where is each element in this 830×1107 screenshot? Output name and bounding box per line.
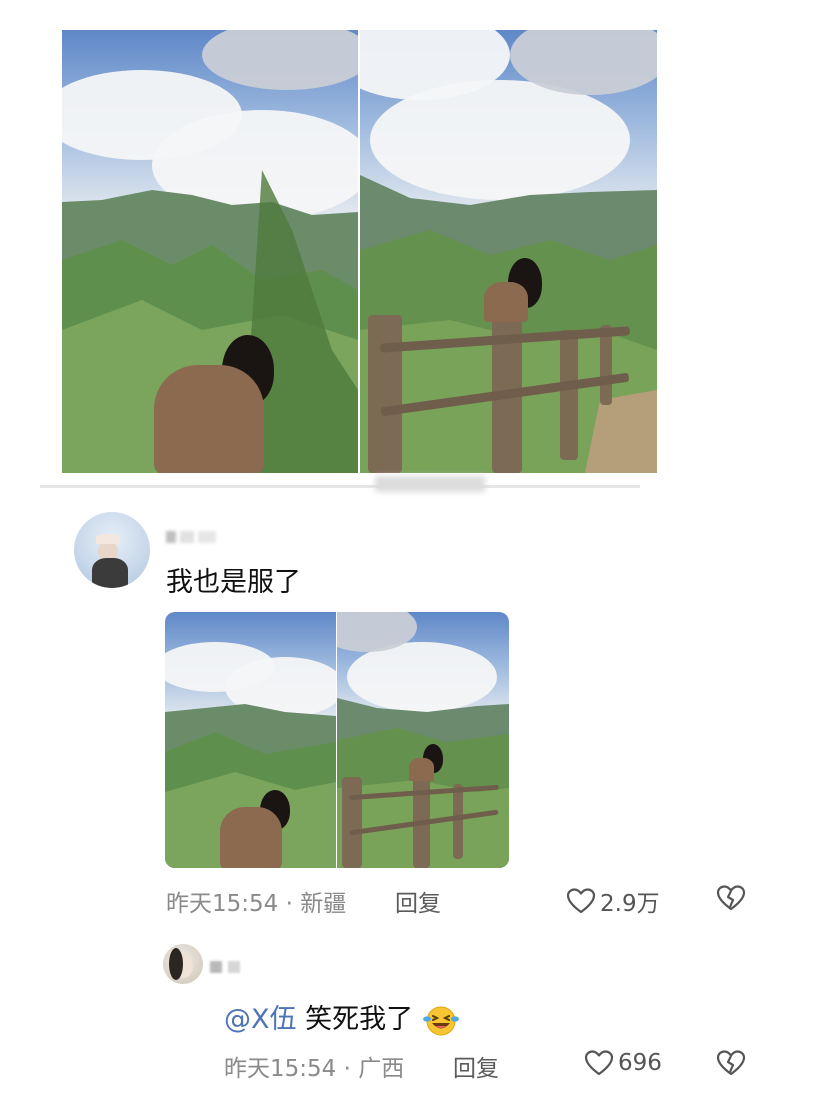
comment-image-left xyxy=(165,612,336,868)
post-image-pair[interactable] xyxy=(62,30,657,473)
broken-heart-icon xyxy=(716,1050,746,1076)
obscured-caption xyxy=(375,476,485,492)
comment-image-right xyxy=(337,612,509,868)
comment-reply-button[interactable]: 回复 xyxy=(395,884,441,918)
broken-heart-icon xyxy=(716,885,746,911)
reply-text: @X伍 笑死我了 xyxy=(224,997,460,1038)
reply-like-button[interactable]: 696 xyxy=(584,1049,662,1077)
reply-dislike-button[interactable] xyxy=(716,1049,746,1081)
reply-body: 笑死我了 xyxy=(305,1004,414,1035)
heart-icon xyxy=(566,888,596,914)
comment-image[interactable] xyxy=(165,612,509,868)
reply-like-count: 696 xyxy=(618,1050,662,1076)
commenter-avatar[interactable] xyxy=(74,512,150,588)
comment-text: 我也是服了 xyxy=(166,567,301,598)
comment-like-button[interactable]: 2.9万 xyxy=(566,884,660,918)
reply-meta: 昨天15:54 · 广西 xyxy=(224,1056,405,1082)
comment-dislike-button[interactable] xyxy=(716,884,746,916)
divider xyxy=(40,485,640,488)
heart-icon xyxy=(584,1050,614,1076)
laughing-with-tears-emoji-icon xyxy=(422,1006,459,1035)
comment-meta: 昨天15:54 · 新疆 xyxy=(166,891,347,917)
replier-name[interactable] xyxy=(210,958,250,973)
comment-like-count: 2.9万 xyxy=(600,891,660,917)
post-image-right[interactable] xyxy=(360,30,657,473)
reply-reply-button[interactable]: 回复 xyxy=(453,1049,499,1083)
post-image-left[interactable] xyxy=(62,30,358,473)
replier-avatar[interactable] xyxy=(163,944,203,984)
mention-link[interactable]: @X伍 xyxy=(224,1004,297,1035)
commenter-name[interactable] xyxy=(166,528,246,544)
